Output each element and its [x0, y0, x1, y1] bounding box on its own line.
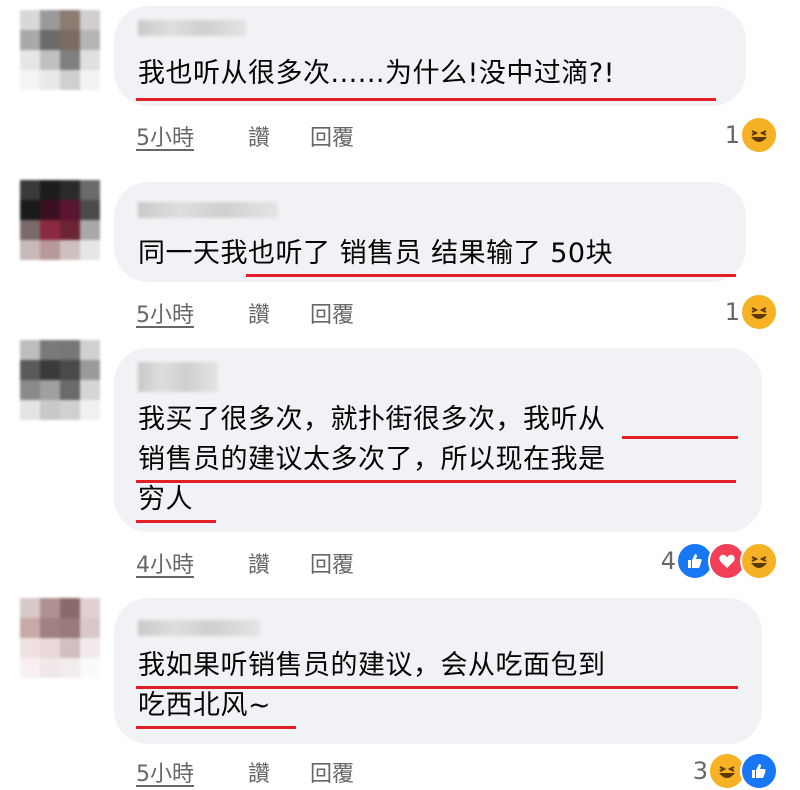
comment-text: 我也听从很多次......为什么!没中过滴?!: [138, 58, 615, 89]
reply-button[interactable]: 回覆: [310, 120, 354, 152]
comment-actions: 5小時 讚 回覆: [136, 120, 354, 152]
comment-actions: 5小時 讚 回覆: [136, 756, 354, 788]
like-button[interactable]: 讚: [248, 547, 310, 579]
reaction-summary[interactable]: 4: [661, 542, 778, 580]
reply-button[interactable]: 回覆: [310, 547, 354, 579]
reaction-summary[interactable]: 1: [725, 116, 778, 154]
timestamp-link[interactable]: 5小時: [136, 297, 248, 329]
highlight-underline: [136, 480, 736, 483]
timestamp-link[interactable]: 5小時: [136, 120, 248, 152]
commenter-name[interactable]: [138, 362, 218, 392]
timestamp-link[interactable]: 5小時: [136, 756, 248, 788]
like-button[interactable]: 讚: [248, 120, 310, 152]
comment-actions: 4小時 讚 回覆: [136, 547, 354, 579]
commenter-name[interactable]: [138, 620, 260, 636]
haha-reaction-icon: [740, 116, 778, 154]
reaction-count: 3: [692, 757, 708, 785]
highlight-underline: [136, 520, 216, 523]
like-button[interactable]: 讚: [248, 756, 310, 788]
comment-bubble: 我也听从很多次......为什么!没中过滴?!: [114, 6, 746, 106]
reply-button[interactable]: 回覆: [310, 297, 354, 329]
reaction-summary[interactable]: 1: [725, 293, 778, 331]
avatar[interactable]: [20, 598, 100, 678]
commenter-name[interactable]: [138, 202, 278, 218]
highlight-underline: [622, 436, 738, 439]
reaction-count: 1: [724, 298, 740, 326]
avatar[interactable]: [20, 180, 100, 260]
avatar[interactable]: [20, 340, 100, 420]
like-button[interactable]: 讚: [248, 297, 310, 329]
highlight-underline: [136, 686, 738, 689]
comment-bubble: 我买了很多次，就扑街很多次，我听从 销售员的建议太多次了，所以现在我是 穷人: [114, 348, 762, 532]
avatar[interactable]: [20, 10, 100, 90]
comment-text: 我买了很多次，就扑街很多次，我听从 销售员的建议太多次了，所以现在我是 穷人: [138, 404, 606, 515]
highlight-underline: [136, 726, 296, 729]
reaction-count: 4: [660, 547, 676, 575]
haha-reaction-icon: [740, 293, 778, 331]
highlight-underline: [246, 274, 736, 277]
comment-bubble: 我如果听销售员的建议，会从吃面包到 吃西北风~: [114, 598, 762, 744]
haha-reaction-icon: [740, 542, 778, 580]
comment-bubble: 同一天我也听了 销售员 结果输了 50块: [114, 182, 746, 282]
comment-text: 同一天我也听了 销售员 结果输了 50块: [138, 238, 614, 269]
comment-actions: 5小時 讚 回覆: [136, 297, 354, 329]
reaction-summary[interactable]: 3: [693, 752, 778, 790]
reaction-count: 1: [724, 121, 740, 149]
commenter-name[interactable]: [138, 20, 246, 36]
highlight-underline: [136, 98, 716, 101]
like-reaction-icon: [740, 752, 778, 790]
timestamp-link[interactable]: 4小時: [136, 547, 248, 579]
reply-button[interactable]: 回覆: [310, 756, 354, 788]
